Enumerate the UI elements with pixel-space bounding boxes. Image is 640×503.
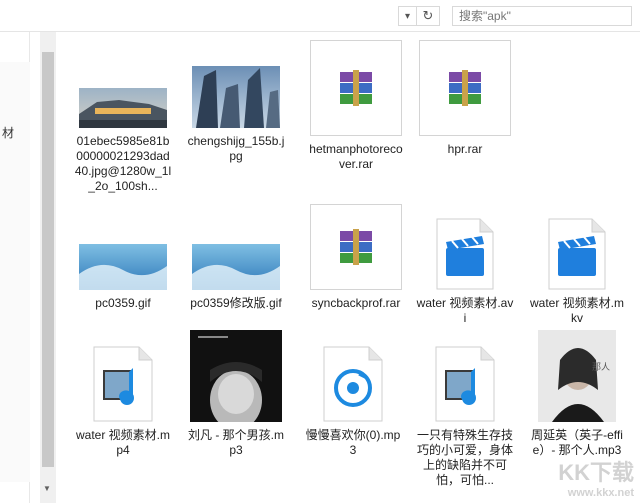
video-file-icon [548, 218, 606, 290]
navigation-scrollbar[interactable]: ▼ [40, 32, 56, 503]
album-cover-thumbnail: 那人 [538, 330, 616, 422]
scrollbar-thumb[interactable] [42, 52, 54, 467]
video-file-icon [436, 218, 494, 290]
file-name: 刘凡 - 那个男孩.mp3 [188, 428, 284, 457]
rar-archive-thumbnail [310, 40, 402, 136]
search-input[interactable]: 搜索"apk" [452, 6, 632, 26]
file-item[interactable]: chengshijg_155b.jpg [181, 66, 291, 164]
media-file-icon [435, 346, 495, 422]
rar-archive-thumbnail [419, 40, 511, 136]
file-name: 01ebec5985e81b00000021293dad40.jpg@1280w… [74, 134, 172, 193]
file-item[interactable]: hpr.rar [410, 40, 520, 157]
nav-item-label[interactable]: 材 [2, 124, 14, 141]
photo-thumbnail [79, 88, 167, 128]
file-grid: 01ebec5985e81b00000021293dad40.jpg@1280w… [56, 32, 640, 503]
file-item[interactable]: 一只有特殊生存技巧的小可爱，身体上的缺陷并不可怕，可怕... [410, 338, 520, 488]
chevron-down-icon: ▾ [404, 10, 411, 22]
navigation-pane: 材 [0, 32, 30, 503]
file-name: water 视频素材.mp4 [75, 428, 170, 457]
file-name: chengshijg_155b.jpg [187, 134, 285, 163]
file-item[interactable]: pc0359.gif [68, 240, 178, 311]
file-item[interactable]: 慢慢喜欢你(0).mp3 [298, 338, 408, 458]
file-name: 一只有特殊生存技巧的小可爱，身体上的缺陷并不可怕，可怕... [416, 428, 513, 487]
file-item[interactable]: 01ebec5985e81b00000021293dad40.jpg@1280w… [68, 82, 178, 194]
file-item[interactable]: 那人 周延英（英子-effie）- 那个人.mp3 [522, 330, 632, 458]
file-name: 慢慢喜欢你(0).mp3 [305, 428, 401, 457]
file-item[interactable]: water 视频素材.mkv [522, 212, 632, 326]
file-item[interactable]: 刘凡 - 那个男孩.mp3 [181, 330, 291, 458]
file-name: pc0359.gif [95, 296, 151, 310]
album-cover-thumbnail [190, 330, 282, 422]
rar-archive-thumbnail [310, 204, 402, 290]
photo-thumbnail [79, 244, 167, 290]
file-name: hetmanphotorecover.rar [309, 142, 403, 171]
file-name: syncbackprof.rar [311, 296, 401, 310]
file-item[interactable]: hetmanphotorecover.rar [301, 40, 411, 172]
watermark-main: KK下载 [558, 460, 634, 485]
photo-thumbnail [192, 66, 280, 128]
file-name: water 视频素材.mkv [529, 296, 624, 325]
file-item[interactable]: water 视频素材.avi [410, 212, 520, 326]
file-item[interactable]: pc0359修改版.gif [181, 240, 291, 311]
svg-text:那人: 那人 [592, 362, 610, 373]
refresh-button[interactable]: ↻ [416, 6, 440, 26]
file-item[interactable]: syncbackprof.rar [301, 204, 411, 311]
file-name: pc0359修改版.gif [190, 296, 282, 310]
site-watermark: KK下载 www.kkx.net [558, 455, 634, 499]
media-file-icon [93, 346, 153, 422]
file-item[interactable]: water 视频素材.mp4 [68, 338, 178, 458]
scroll-down-icon[interactable]: ▼ [43, 484, 51, 493]
file-name: 周延英（英子-effie）- 那个人.mp3 [531, 428, 623, 457]
winrar-icon [340, 70, 372, 106]
winrar-icon [340, 229, 372, 265]
winrar-icon [449, 70, 481, 106]
file-name: hpr.rar [447, 142, 483, 156]
audio-file-icon [323, 346, 383, 422]
photo-thumbnail [192, 244, 280, 290]
refresh-icon: ↻ [422, 8, 434, 23]
history-dropdown-button[interactable]: ▾ [398, 6, 416, 26]
file-name: water 视频素材.avi [416, 296, 514, 325]
watermark-sub: www.kkx.net [567, 487, 634, 499]
address-toolbar: ▾ ↻ 搜索"apk" [0, 0, 640, 32]
